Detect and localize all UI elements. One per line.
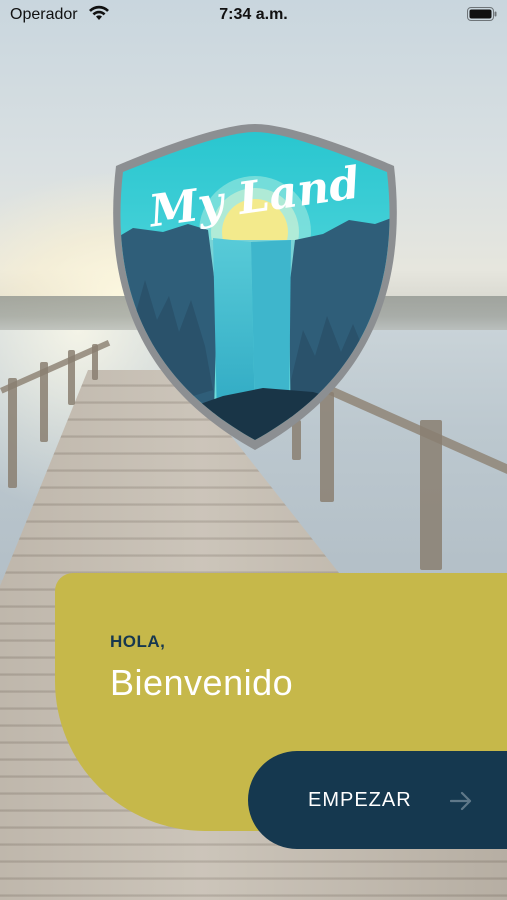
left-post xyxy=(40,362,48,442)
left-post xyxy=(8,378,17,488)
welcome-title: Bienvenido xyxy=(110,662,294,703)
battery-icon xyxy=(467,7,497,21)
start-button-label: EMPEZAR xyxy=(308,789,412,811)
my-land-shield-logo: My Land xyxy=(113,124,397,450)
status-bar: Operador 7:34 a.m. xyxy=(0,0,507,30)
left-post xyxy=(92,344,98,380)
arrow-right-icon xyxy=(450,791,472,811)
status-time: 7:34 a.m. xyxy=(219,6,288,23)
right-post xyxy=(420,420,442,570)
start-button[interactable]: EMPEZAR xyxy=(248,751,507,849)
welcome-screen: Operador 7:34 a.m. My Land HOLA, Bienven… xyxy=(0,0,507,900)
left-post xyxy=(68,350,75,405)
greeting-label: HOLA, xyxy=(110,632,166,651)
